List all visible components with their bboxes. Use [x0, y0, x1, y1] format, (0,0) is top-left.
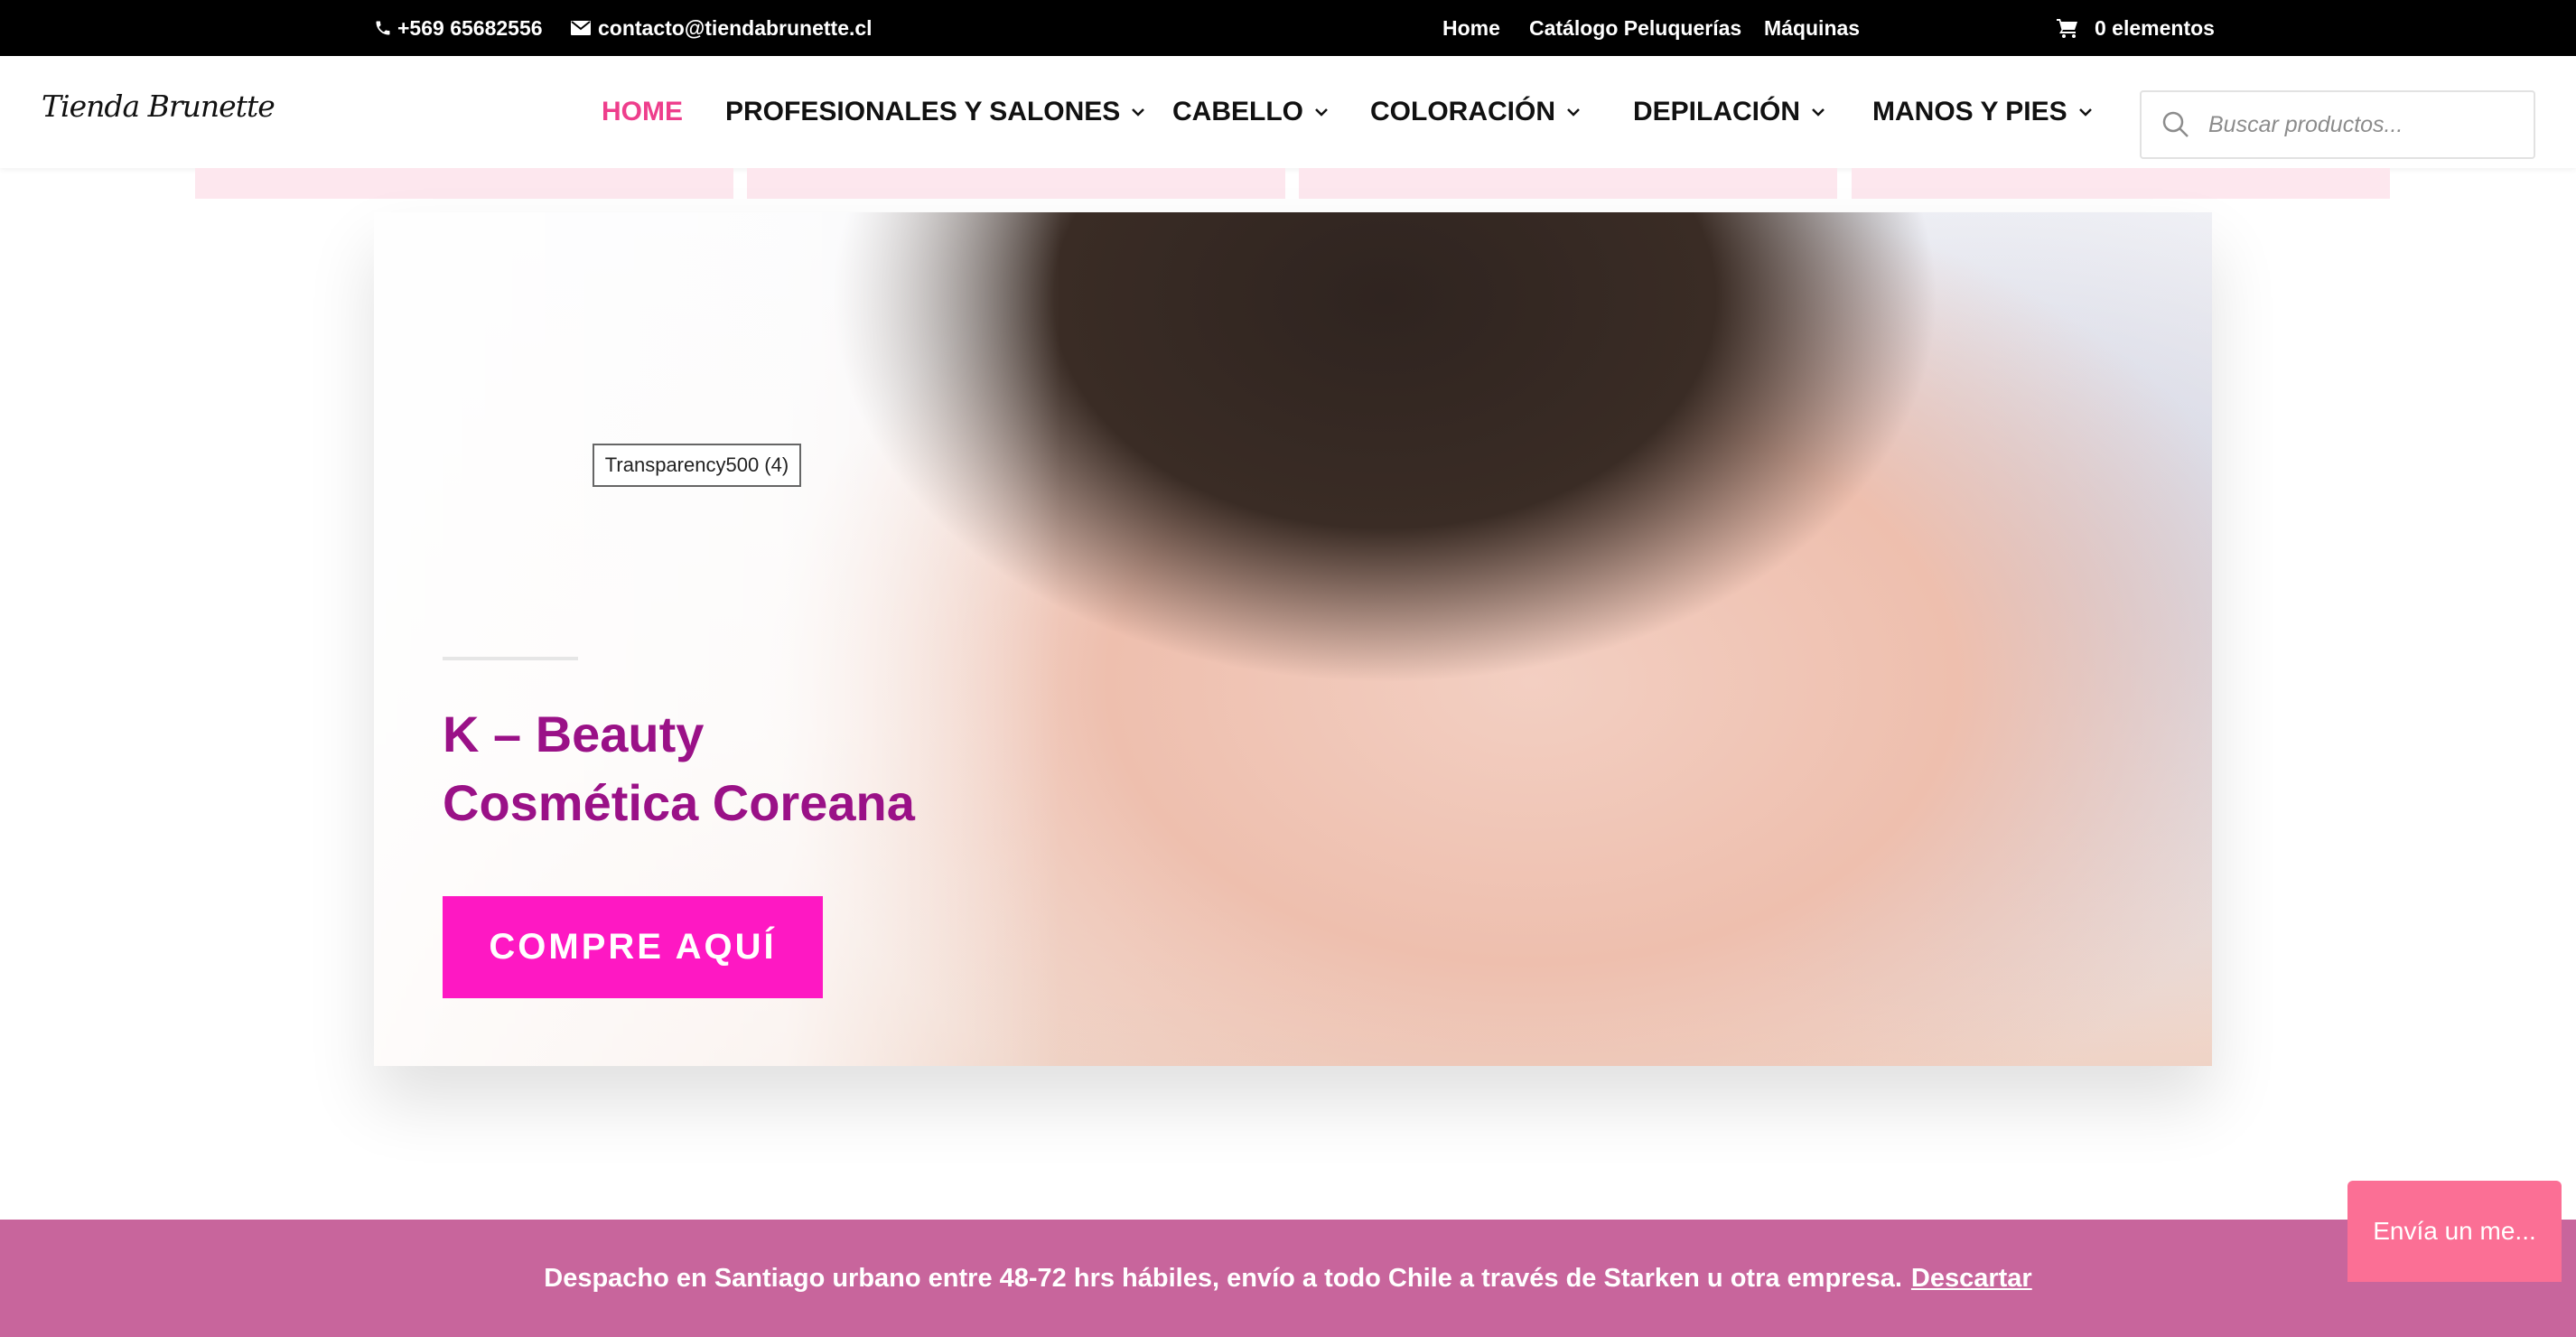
- top-link-catalogo[interactable]: Catálogo Peluquerías: [1529, 0, 1741, 56]
- top-link-maquinas[interactable]: Máquinas: [1764, 0, 1860, 56]
- nav-item-coloracion[interactable]: COLORACIÓN: [1370, 56, 1581, 168]
- chevron-down-icon: [1315, 108, 1328, 117]
- hero-title: K – Beauty Cosmética Coreana: [443, 700, 1075, 837]
- top-link-home[interactable]: Home: [1442, 0, 1500, 56]
- product-search: [2140, 90, 2535, 159]
- search-input[interactable]: [2207, 110, 2505, 139]
- chevron-down-icon: [1812, 108, 1825, 117]
- chevron-down-icon: [2078, 108, 2092, 117]
- phone-contact[interactable]: +569 65682556: [374, 0, 543, 56]
- chevron-down-icon: [1567, 108, 1580, 117]
- nav-item-home[interactable]: HOME: [602, 56, 683, 168]
- dismiss-link[interactable]: Descartar: [1911, 1264, 2032, 1294]
- hero-title-line-1: K – Beauty: [443, 706, 705, 762]
- image-alt-label: Transparency500 (4): [593, 444, 801, 487]
- shipping-notice: Despacho en Santiago urbano entre 48-72 …: [0, 1220, 2576, 1337]
- main-header: Tienda Brunette HOME PROFESIONALES Y SAL…: [0, 56, 2576, 168]
- chevron-down-icon: [1132, 108, 1145, 117]
- category-strip: [747, 168, 1285, 199]
- site-logo[interactable]: Tienda Brunette: [42, 89, 275, 124]
- category-strip: [1299, 168, 1837, 199]
- chat-widget-button[interactable]: Envía un me...: [2347, 1181, 2562, 1282]
- shop-now-button[interactable]: COMPRE AQUÍ: [443, 896, 823, 998]
- email-contact[interactable]: contacto@tiendabrunette.cl: [571, 0, 873, 56]
- cart-count: 0 elementos: [2095, 15, 2215, 40]
- mail-icon: [571, 21, 591, 35]
- nav-item-label: PROFESIONALES Y SALONES: [725, 97, 1121, 126]
- nav-item-label: CABELLO: [1172, 97, 1303, 126]
- nav-item-label: HOME: [602, 97, 683, 126]
- nav-item-label: DEPILACIÓN: [1633, 97, 1801, 126]
- phone-number: +569 65682556: [397, 15, 543, 40]
- cart-icon: [2057, 19, 2077, 38]
- hero-banner: Transparency500 (4) K – Beauty Cosmética…: [374, 212, 2212, 1066]
- nav-item-manos-y-pies[interactable]: MANOS Y PIES: [1872, 56, 2093, 168]
- nav-item-cabello[interactable]: CABELLO: [1172, 56, 1329, 168]
- nav-item-profesionales[interactable]: PROFESIONALES Y SALONES: [725, 56, 1145, 168]
- hero-divider: [443, 657, 578, 660]
- nav-item-label: COLORACIÓN: [1370, 97, 1555, 126]
- cart-link[interactable]: 0 elementos: [2057, 0, 2215, 56]
- email-address: contacto@tiendabrunette.cl: [598, 15, 873, 40]
- nav-item-depilacion[interactable]: DEPILACIÓN: [1633, 56, 1825, 168]
- nav-item-label: MANOS Y PIES: [1872, 97, 2067, 126]
- notice-text: Despacho en Santiago urbano entre 48-72 …: [544, 1263, 1902, 1293]
- hero-title-line-2: Cosmética Coreana: [443, 774, 915, 831]
- top-bar: +569 65682556 contacto@tiendabrunette.cl…: [0, 0, 2576, 56]
- category-strip: [1852, 168, 2390, 199]
- search-icon[interactable]: [2161, 110, 2190, 139]
- category-strip: [195, 168, 733, 199]
- phone-icon: [376, 21, 390, 35]
